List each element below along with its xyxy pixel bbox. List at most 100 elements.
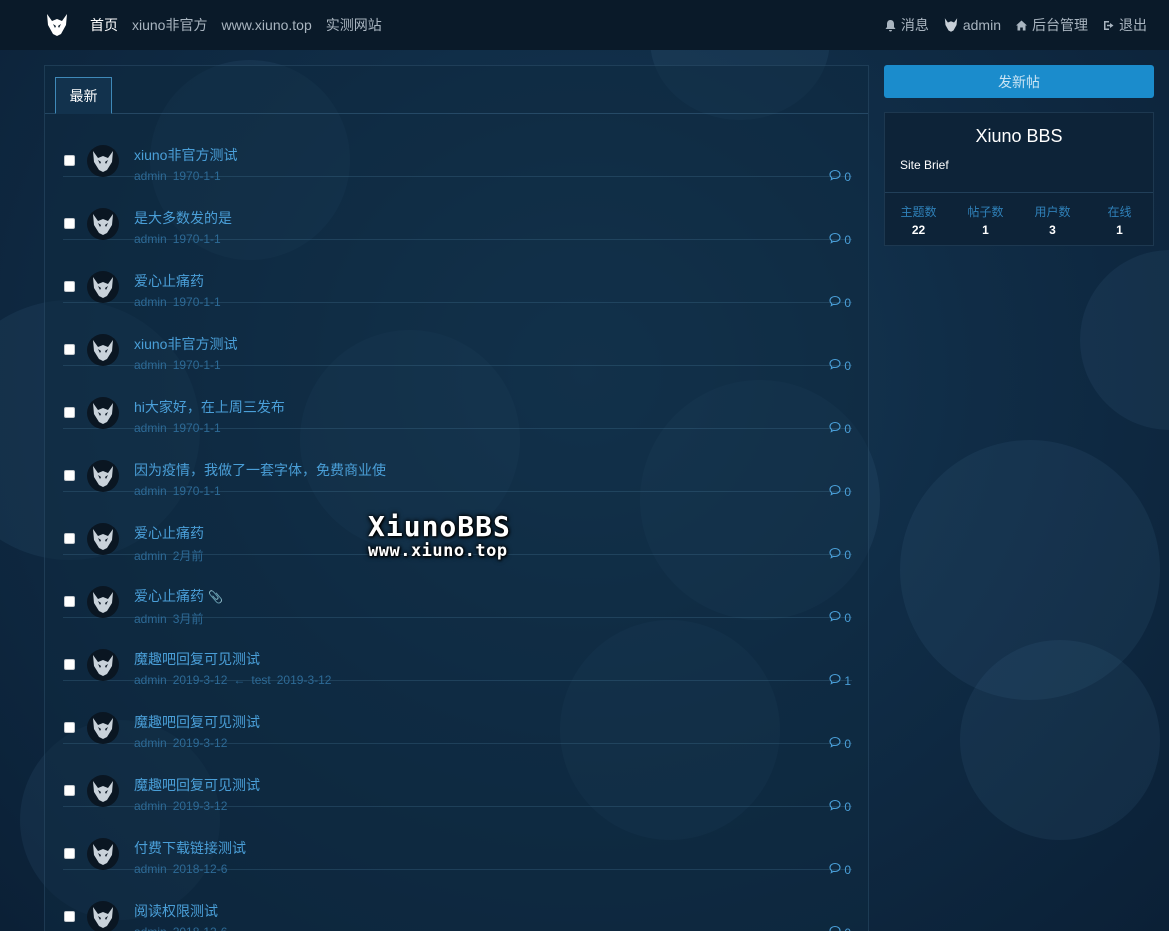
new-thread-button[interactable]: 发新帖 [884, 65, 1154, 98]
author-avatar[interactable] [87, 901, 119, 931]
author-avatar[interactable] [87, 334, 119, 366]
author-avatar[interactable] [87, 775, 119, 807]
logout-icon [1104, 20, 1114, 30]
thread-title-text[interactable]: 魔趣吧回复可见测试 [134, 777, 260, 793]
thread-checkbox[interactable] [64, 218, 75, 229]
thread-title-text[interactable]: xiuno非官方测试 [134, 147, 237, 163]
thread-title[interactable]: 因为疫情，我做了一套字体，免费商业使 [134, 460, 386, 480]
thread-meta: admin 2018-12-6 [134, 925, 233, 931]
thread-title[interactable]: 爱心止痛药 📎 [134, 586, 223, 606]
thread-row[interactable]: 魔趣吧回复可见测试 admin 2019-3-12 ← test 2019-3-12 1 [63, 618, 852, 688]
author-avatar[interactable] [87, 712, 119, 744]
site-info-card: Xiuno BBS Site Brief 主题数 22 帖子数 1 用户数 3 … [884, 112, 1154, 246]
thread-title-text[interactable]: 付费下载链接测试 [134, 840, 246, 856]
thread-checkbox[interactable] [64, 785, 75, 796]
thread-title-text[interactable]: 是大多数发的是 [134, 210, 232, 226]
thread-title[interactable]: 阅读权限测试 [134, 901, 218, 921]
thread-row[interactable]: 爱心止痛药 admin 1970-1-1 0 [63, 240, 852, 310]
site-stats: 主题数 22 帖子数 1 用户数 3 在线 1 [885, 192, 1153, 245]
nav-link-xiuno-top[interactable]: www.xiuno.top [221, 17, 311, 33]
watermark: XiunoBBS www.xiuno.top [368, 510, 511, 561]
thread-title-text[interactable]: 爱心止痛药 [134, 525, 204, 541]
home-icon [1016, 20, 1027, 30]
user-avatar-icon [944, 18, 958, 32]
thread-title-text[interactable]: 因为疫情，我做了一套字体，免费商业使 [134, 462, 386, 478]
thread-row[interactable]: xiuno非官方测试 admin 1970-1-1 0 [63, 114, 852, 184]
stat-label: 帖子数 [967, 205, 1004, 219]
thread-title-text[interactable]: xiuno非官方测试 [134, 336, 237, 352]
thread-checkbox[interactable] [64, 911, 75, 922]
thread-title-text[interactable]: 魔趣吧回复可见测试 [134, 714, 260, 730]
sidebar: 发新帖 Xiuno BBS Site Brief 主题数 22 帖子数 1 用户… [884, 65, 1154, 246]
thread-row[interactable]: xiuno非官方测试 admin 1970-1-1 0 [63, 303, 852, 373]
author-avatar[interactable] [87, 523, 119, 555]
thread-row[interactable]: 因为疫情，我做了一套字体，免费商业使 admin 1970-1-1 0 [63, 429, 852, 499]
stat-value: 3 [1049, 223, 1056, 237]
thread-row[interactable]: 是大多数发的是 admin 1970-1-1 0 [63, 177, 852, 247]
top-navbar: 首页 xiuno非官方 www.xiuno.top 实测网站 消息 admin … [0, 0, 1169, 50]
tab-latest[interactable]: 最新 [55, 77, 112, 114]
stat-online: 在线 1 [1086, 193, 1153, 245]
author-avatar[interactable] [87, 460, 119, 492]
main-nav: 首页 xiuno非官方 www.xiuno.top 实测网站 [90, 0, 382, 50]
thread-checkbox[interactable] [64, 281, 75, 292]
thread-title[interactable]: 爱心止痛药 [134, 271, 204, 291]
thread-row[interactable]: 爱心止痛药 📎 admin 3月前 0 [63, 555, 852, 626]
author-avatar[interactable] [87, 586, 119, 618]
thread-title[interactable]: 爱心止痛药 [134, 523, 204, 543]
site-logo-icon[interactable] [44, 12, 70, 38]
nav-user[interactable]: admin [943, 17, 1001, 33]
nav-admin-panel[interactable]: 后台管理 [1015, 15, 1088, 35]
thread-author[interactable]: admin [134, 925, 167, 931]
nav-logout-label: 退出 [1119, 17, 1147, 33]
thread-title-text[interactable]: 爱心止痛药 [134, 273, 204, 289]
thread-title-text[interactable]: 魔趣吧回复可见测试 [134, 651, 260, 667]
thread-title-text[interactable]: 爱心止痛药 [134, 588, 204, 604]
thread-checkbox[interactable] [64, 407, 75, 418]
author-avatar[interactable] [87, 649, 119, 681]
nav-link-xiuno-unofficial[interactable]: xiuno非官方 [132, 15, 207, 35]
thread-checkbox[interactable] [64, 659, 75, 670]
nav-home[interactable]: 首页 [90, 15, 118, 35]
thread-title-text[interactable]: 阅读权限测试 [134, 903, 218, 919]
thread-checkbox[interactable] [64, 533, 75, 544]
thread-row[interactable]: hi大家好，在上周三发布 admin 1970-1-1 0 [63, 366, 852, 436]
thread-title[interactable]: 付费下载链接测试 [134, 838, 246, 858]
thread-title[interactable]: 魔趣吧回复可见测试 [134, 775, 260, 795]
thread-panel: 最新 xiuno非官方测试 admin 1970-1-1 0 是大多数发的是 admin 1… [44, 65, 869, 931]
bell-icon [885, 19, 896, 31]
thread-title[interactable]: xiuno非官方测试 [134, 334, 237, 354]
nav-logout[interactable]: 退出 [1102, 15, 1147, 35]
thread-checkbox[interactable] [64, 722, 75, 733]
thread-row[interactable]: 付费下载链接测试 admin 2018-12-6 0 [63, 807, 852, 877]
author-avatar[interactable] [87, 838, 119, 870]
thread-checkbox[interactable] [64, 470, 75, 481]
stat-label: 用户数 [1034, 205, 1071, 219]
thread-date: 2018-12-6 [173, 925, 228, 931]
thread-row[interactable]: 魔趣吧回复可见测试 admin 2019-3-12 0 [63, 681, 852, 751]
thread-checkbox[interactable] [64, 596, 75, 607]
nav-messages[interactable]: 消息 [884, 15, 929, 35]
thread-title[interactable]: 魔趣吧回复可见测试 [134, 712, 260, 732]
author-avatar[interactable] [87, 145, 119, 177]
thread-checkbox[interactable] [64, 344, 75, 355]
thread-row[interactable]: 魔趣吧回复可见测试 admin 2019-3-12 0 [63, 744, 852, 814]
thread-title[interactable]: xiuno非官方测试 [134, 145, 237, 165]
thread-title[interactable]: hi大家好，在上周三发布 [134, 397, 285, 417]
author-avatar[interactable] [87, 208, 119, 240]
thread-checkbox[interactable] [64, 155, 75, 166]
thread-title[interactable]: 是大多数发的是 [134, 208, 232, 228]
nav-link-test-site[interactable]: 实测网站 [326, 15, 382, 35]
author-avatar[interactable] [87, 271, 119, 303]
author-avatar[interactable] [87, 397, 119, 429]
thread-row[interactable]: 阅读权限测试 admin 2018-12-6 0 [63, 870, 852, 931]
thread-title-text[interactable]: hi大家好，在上周三发布 [134, 399, 285, 415]
nav-messages-label: 消息 [900, 17, 929, 33]
stat-label: 在线 [1107, 205, 1132, 219]
thread-title[interactable]: 魔趣吧回复可见测试 [134, 649, 260, 669]
stat-value: 1 [1116, 223, 1123, 237]
thread-checkbox[interactable] [64, 848, 75, 859]
site-name: Xiuno BBS [975, 126, 1063, 146]
tab-bar: 最新 [45, 66, 868, 114]
user-nav: 消息 admin 后台管理 退出 [884, 0, 1147, 50]
